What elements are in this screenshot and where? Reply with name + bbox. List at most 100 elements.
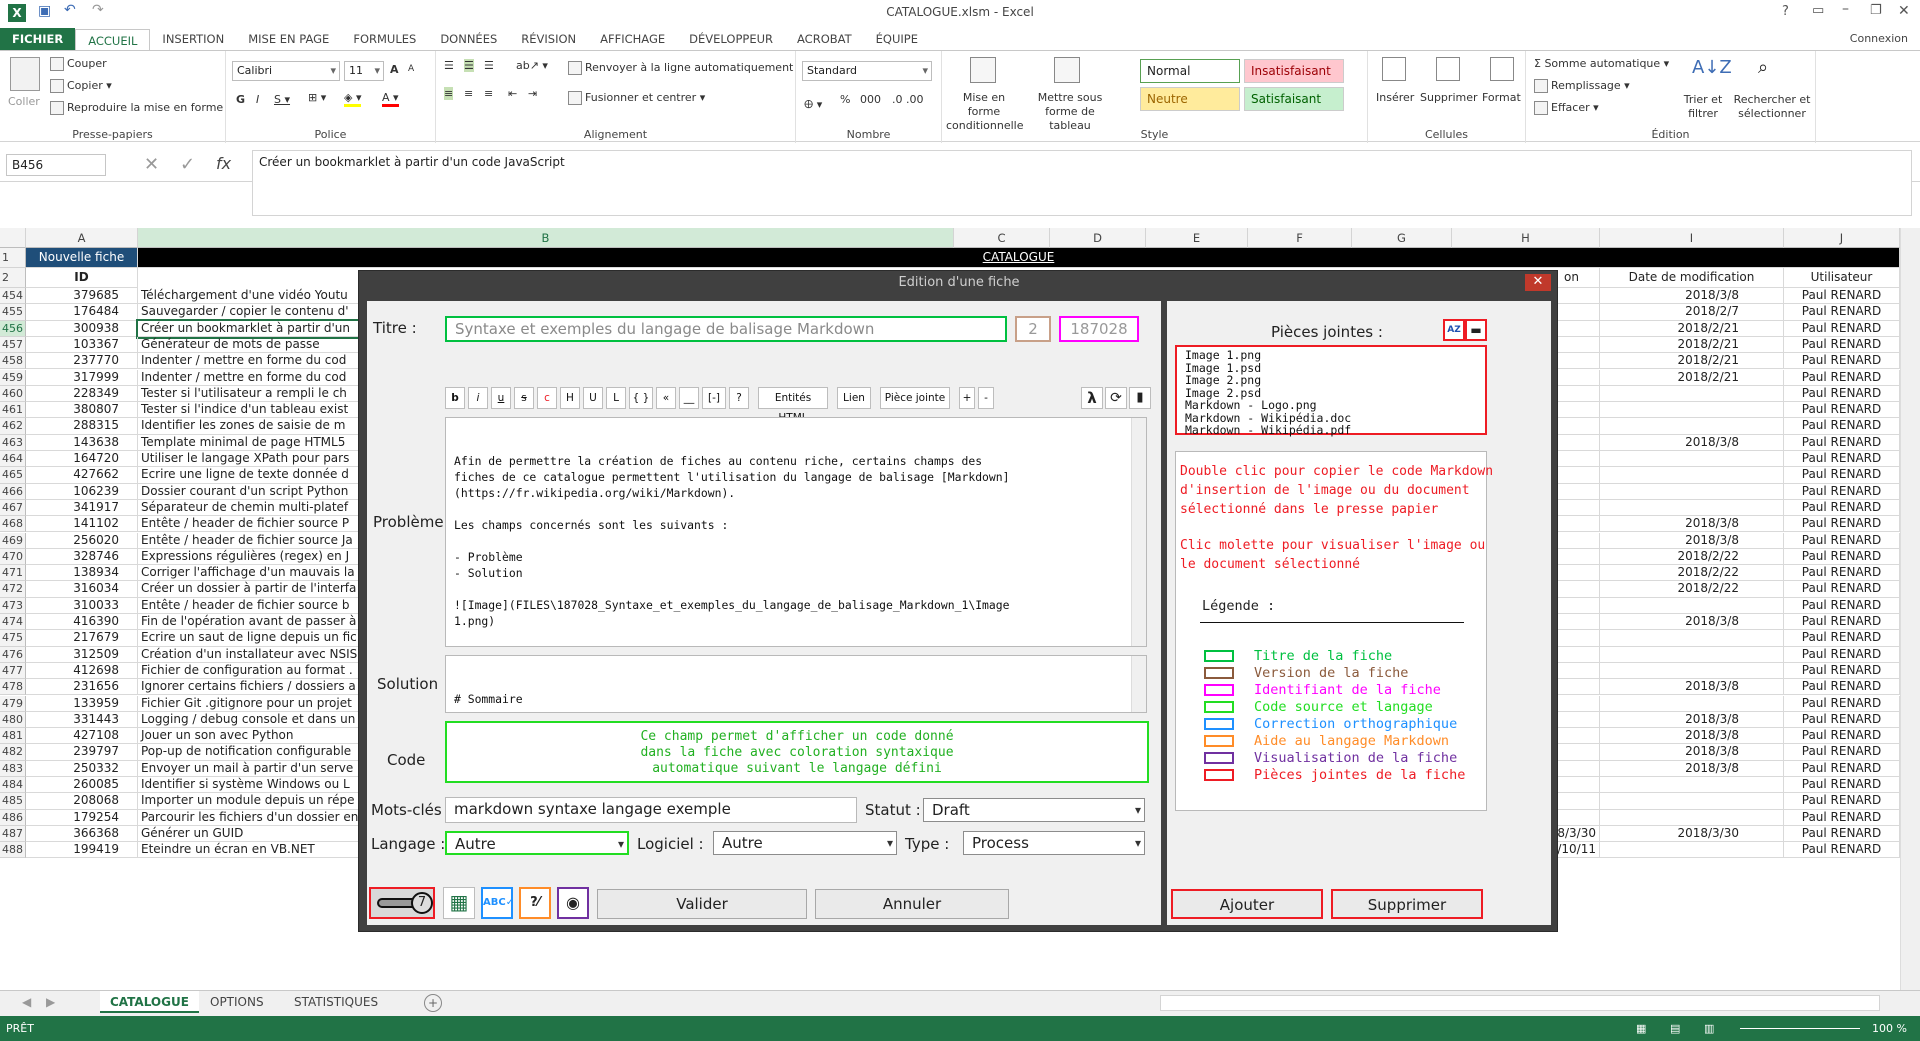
cell-id[interactable]: 250332: [26, 760, 138, 777]
cell-modified-date[interactable]: 2018/2/21: [1600, 353, 1784, 370]
cell-id[interactable]: 179254: [26, 809, 138, 826]
solution-textarea[interactable]: # Sommaire* [Titres](#titles)* [Accentua…: [445, 655, 1147, 713]
cell-modified-date[interactable]: [1600, 418, 1784, 435]
cell-id[interactable]: 427662: [26, 467, 138, 484]
row-header[interactable]: 461: [0, 402, 26, 419]
cell-modified-date[interactable]: [1600, 662, 1784, 680]
cell-user[interactable]: Paul RENARD: [1784, 825, 1900, 843]
row-header[interactable]: 475: [0, 630, 26, 647]
cell-id[interactable]: 341917: [26, 499, 138, 517]
row-header[interactable]: 470: [0, 548, 26, 566]
cell-id[interactable]: 379685: [26, 288, 138, 305]
row-header[interactable]: 466: [0, 483, 26, 500]
md-italic-button[interactable]: i: [468, 387, 488, 409]
row-header[interactable]: 474: [0, 614, 26, 631]
cell-modified-date[interactable]: 2018/3/8: [1600, 728, 1784, 745]
restore-icon[interactable]: ❐: [1870, 3, 1882, 18]
delete-attachment-button[interactable]: Supprimer: [1331, 889, 1483, 919]
fill-color-icon[interactable]: ◈ ▾: [344, 91, 362, 107]
conditional-format-button[interactable]: Mise en forme conditionnelle: [946, 91, 1023, 133]
cell-id[interactable]: 427108: [26, 728, 138, 745]
column-header-f[interactable]: F: [1248, 228, 1352, 248]
markdown-help-icon[interactable]: ?⁄: [519, 887, 551, 919]
page-break-icon[interactable]: ▥: [1704, 1016, 1714, 1041]
shrink-font-icon[interactable]: A: [408, 64, 414, 74]
row-header[interactable]: 471: [0, 565, 26, 582]
tab-affichage[interactable]: AFFICHAGE: [588, 28, 677, 50]
grow-font-icon[interactable]: A: [390, 63, 399, 76]
bold-icon[interactable]: G: [236, 93, 245, 106]
software-select[interactable]: Autre: [713, 831, 897, 855]
cell-user[interactable]: Paul RENARD: [1784, 385, 1900, 403]
align-middle-icon[interactable]: ☰: [464, 59, 474, 72]
version-input[interactable]: 2: [1015, 316, 1051, 342]
sort-attachments-icon[interactable]: AZ: [1443, 319, 1465, 341]
cell-id[interactable]: 133959: [26, 695, 138, 712]
row-header[interactable]: 459: [0, 369, 26, 386]
cell-modified-date[interactable]: [1600, 385, 1784, 403]
thousands-icon[interactable]: 000: [860, 93, 881, 106]
row-header[interactable]: 460: [0, 385, 26, 403]
cell-user[interactable]: Paul RENARD: [1784, 288, 1900, 305]
cell-modified-date[interactable]: 2018/3/8: [1600, 760, 1784, 777]
cell-id[interactable]: 317999: [26, 369, 138, 386]
md-ulist-button[interactable]: U: [583, 387, 603, 409]
keywords-input[interactable]: markdown syntaxe langage exemple: [445, 797, 857, 823]
cell-modified-date[interactable]: [1600, 793, 1784, 810]
sheet-tab-statistiques[interactable]: STATISTIQUES: [284, 991, 388, 1013]
cell-modified-date[interactable]: [1600, 483, 1784, 500]
md-code-button[interactable]: { }: [629, 387, 653, 409]
cell-id[interactable]: 316034: [26, 581, 138, 598]
cell-user[interactable]: Paul RENARD: [1784, 679, 1900, 696]
row-header[interactable]: 464: [0, 451, 26, 468]
redo-icon[interactable]: ↷: [92, 2, 104, 18]
tab-equipe[interactable]: ÉQUIPE: [864, 28, 930, 50]
style-insatisfaisant[interactable]: Insatisfaisant: [1244, 59, 1344, 83]
preview-eye-icon[interactable]: ◉: [557, 887, 589, 919]
font-size-select[interactable]: 11: [344, 61, 384, 81]
cell-user[interactable]: Paul RENARD: [1784, 565, 1900, 582]
normal-view-icon[interactable]: ▦: [1636, 1016, 1646, 1041]
style-satisfaisant[interactable]: Satisfaisant: [1244, 87, 1344, 111]
cell-user[interactable]: Paul RENARD: [1784, 532, 1900, 549]
cell-id[interactable]: 138934: [26, 565, 138, 582]
cell-id[interactable]: 143638: [26, 434, 138, 451]
cell-modified-date[interactable]: [1600, 499, 1784, 517]
close-icon[interactable]: ✕: [1898, 3, 1910, 19]
cell-id[interactable]: 106239: [26, 483, 138, 500]
row-header[interactable]: 454: [0, 288, 26, 305]
cell-user[interactable]: Paul RENARD: [1784, 842, 1900, 859]
spellcheck-icon[interactable]: ABC✓: [481, 887, 514, 919]
cell-user[interactable]: Paul RENARD: [1784, 630, 1900, 647]
decrease-indent-icon[interactable]: ⇤: [508, 87, 517, 100]
cell-id[interactable]: 256020: [26, 532, 138, 549]
zoom-level[interactable]: 100 %: [1872, 1016, 1907, 1041]
md-quote-button[interactable]: «: [656, 387, 676, 409]
fill-button[interactable]: Remplissage ▾: [1534, 79, 1630, 93]
md-html-entities-button[interactable]: Entités HTML: [758, 387, 828, 424]
identifier-input[interactable]: 187028: [1059, 316, 1139, 342]
row-header[interactable]: 479: [0, 695, 26, 712]
language-select[interactable]: Autre: [445, 831, 629, 855]
cell-modified-date[interactable]: [1600, 809, 1784, 826]
copy-button[interactable]: Copier ▾: [50, 79, 112, 93]
percent-icon[interactable]: %: [840, 93, 850, 106]
cell-id[interactable]: 228349: [26, 385, 138, 403]
row-header[interactable]: 462: [0, 418, 26, 435]
add-sheet-icon[interactable]: +: [424, 994, 442, 1012]
row-header[interactable]: 457: [0, 336, 26, 354]
md-plus-button[interactable]: +: [959, 387, 975, 409]
row-header[interactable]: 478: [0, 679, 26, 696]
cell-id[interactable]: 199419: [26, 842, 138, 859]
style-neutre[interactable]: Neutre: [1140, 87, 1240, 111]
decimal-icon[interactable]: .0 .00: [892, 93, 924, 106]
increase-indent-icon[interactable]: ⇥: [528, 87, 537, 100]
currency-icon[interactable]: 🜨 ▾: [804, 93, 822, 115]
cell-id[interactable]: 260085: [26, 777, 138, 794]
cell-modified-date[interactable]: 2018/2/21: [1600, 336, 1784, 354]
cell-user[interactable]: Paul RENARD: [1784, 646, 1900, 663]
cell-modified-date[interactable]: 2018/3/8: [1600, 434, 1784, 451]
cell-user[interactable]: Paul RENARD: [1784, 483, 1900, 500]
md-help-button[interactable]: ?: [729, 387, 749, 409]
cell-id[interactable]: 176484: [26, 304, 138, 321]
